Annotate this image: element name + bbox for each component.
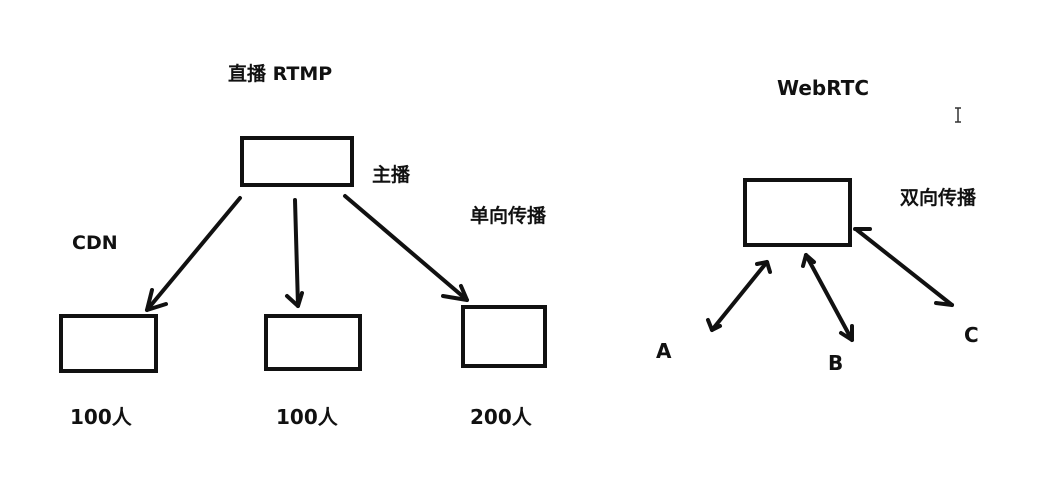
audience-box-3 (461, 305, 547, 368)
audience-box-2 (264, 314, 362, 371)
audience-count-1: 100人 (70, 405, 133, 429)
peer-label-c: C (964, 323, 979, 347)
audience-count-3: 200人 (470, 405, 533, 429)
anchor-label: 主播 (372, 164, 411, 186)
text-cursor-icon (955, 107, 961, 123)
two-way-label: 双向传播 (900, 186, 977, 209)
arrow-peer-a (706, 260, 772, 332)
peer-hub-box (743, 178, 852, 247)
webrtc-title: WebRTC (777, 76, 869, 100)
audience-count-2: 100人 (276, 405, 339, 429)
peer-label-b: B (828, 351, 843, 375)
arrow-peer-b (801, 253, 854, 342)
diagram-canvas: 直播 RTMP 主播 单向传播 CDN 100人 100人 200人 WebRT… (59, 62, 979, 429)
rtmp-title: 直播 RTMP (228, 62, 332, 85)
anchor-box (240, 136, 354, 187)
peer-label-a: A (656, 339, 672, 363)
arrow-peer-c (853, 227, 954, 307)
one-way-label: 单向传播 (470, 204, 547, 227)
cdn-label: CDN (72, 232, 118, 254)
arrow-to-audience-2 (285, 198, 304, 308)
audience-box-1 (59, 314, 158, 373)
arrow-to-audience-1 (145, 196, 242, 312)
arrow-to-audience-3 (343, 194, 469, 302)
